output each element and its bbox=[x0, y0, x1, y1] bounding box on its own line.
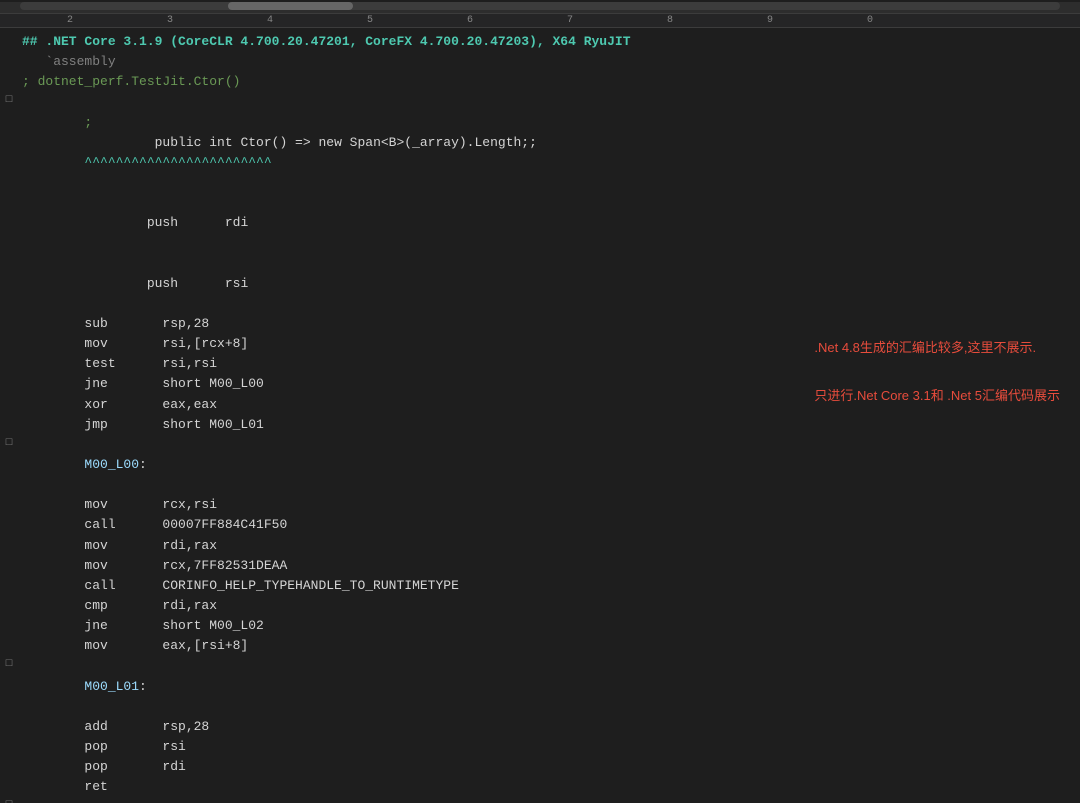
line-call-typehandle: call CORINFO_HELP_TYPEHANDLE_TO_RUNTIMET… bbox=[0, 576, 1080, 596]
header-31-text: ## .NET Core 3.1.9 (CoreCLR 4.700.20.472… bbox=[18, 32, 1080, 52]
ruler-mark: 8 bbox=[620, 15, 720, 26]
line-comment-ctor: ; dotnet_perf.TestJit.Ctor() bbox=[0, 72, 1080, 92]
ruler-mark: 7 bbox=[520, 15, 620, 26]
annotation-1: .Net 4.8生成的汇编比较多,这里不展示. bbox=[814, 338, 1060, 358]
line-header-31: ## .NET Core 3.1.9 (CoreCLR 4.700.20.472… bbox=[0, 32, 1080, 52]
ruler-mark: 0 bbox=[820, 15, 920, 26]
instr-pop-rsi: pop rsi bbox=[18, 737, 1080, 757]
annotation-block: .Net 4.8生成的汇编比较多,这里不展示. 只进行.Net Core 3.1… bbox=[814, 338, 1060, 406]
comment-ctor: ; dotnet_perf.TestJit.Ctor() bbox=[18, 72, 1080, 92]
instr-mov-rcx-addr: mov rcx,7FF82531DEAA bbox=[18, 556, 1080, 576]
gutter-collapse[interactable]: □ bbox=[0, 435, 18, 452]
ruler-mark: 5 bbox=[320, 15, 420, 26]
gutter-collapse[interactable]: □ bbox=[0, 92, 18, 109]
instr-call-1: call 00007FF884C41F50 bbox=[18, 515, 1080, 535]
instr-jmp-l01: jmp short M00_L01 bbox=[18, 415, 1080, 435]
instr-mov-eax-rsi8: mov eax,[rsi+8] bbox=[18, 636, 1080, 656]
line-jmp-l01: jmp short M00_L01 bbox=[0, 415, 1080, 435]
line-pop-rdi: pop rdi bbox=[0, 757, 1080, 777]
label-m00l01: M00_L01: bbox=[18, 656, 1080, 716]
instr-pop-rdi: pop rdi bbox=[18, 757, 1080, 777]
line-mov-rdi-rax: mov rdi,rax bbox=[0, 536, 1080, 556]
instr-mov-rdi-rax: mov rdi,rax bbox=[18, 536, 1080, 556]
line-pop-rsi: pop rsi bbox=[0, 737, 1080, 757]
scrollbar-thumb[interactable] bbox=[228, 2, 353, 10]
line-label-m00l01: □ M00_L01: bbox=[0, 656, 1080, 716]
label-m00l00: M00_L00: bbox=[18, 435, 1080, 495]
annotation-2: 只进行.Net Core 3.1和 .Net 5汇编代码展示 bbox=[814, 386, 1060, 406]
ruler-mark: 4 bbox=[220, 15, 320, 26]
line-label-m00l00: □ M00_L00: bbox=[0, 435, 1080, 495]
assembly-text: `assembly bbox=[18, 52, 1080, 72]
ruler-mark: 2 bbox=[20, 15, 120, 26]
line-assembly: `assembly bbox=[0, 52, 1080, 72]
instr-sub-rsp: sub rsp,28 bbox=[18, 314, 1080, 334]
line-add-rsp: add rsp,28 bbox=[0, 717, 1080, 737]
instr-ret-1: ret bbox=[18, 777, 1080, 797]
instr-mov-rcx-rsi: mov rcx,rsi bbox=[18, 495, 1080, 515]
ruler-mark: 3 bbox=[120, 15, 220, 26]
line-mov-eax-rsi8: mov eax,[rsi+8] bbox=[0, 636, 1080, 656]
instr-call-typehandle: call CORINFO_HELP_TYPEHANDLE_TO_RUNTIMET… bbox=[18, 576, 1080, 596]
ruler-mark: 9 bbox=[720, 15, 820, 26]
line-mov-rcx-rsi: mov rcx,rsi bbox=[0, 495, 1080, 515]
line-call-1: call 00007FF884C41F50 bbox=[0, 515, 1080, 535]
instr-cmp-rdi: cmp rdi,rax bbox=[18, 596, 1080, 616]
code-area: .Net 4.8生成的汇编比较多,这里不展示. 只进行.Net Core 3.1… bbox=[0, 28, 1080, 803]
instr-push-rdi: push rdi bbox=[18, 193, 1080, 253]
line-cmp-rdi-rax: cmp rdi,rax bbox=[0, 596, 1080, 616]
gutter-collapse[interactable]: □ bbox=[0, 797, 18, 803]
ctor-def-text: ; public int Ctor() => new Span<B>(_arra… bbox=[18, 92, 1080, 193]
instr-add-rsp: add rsp,28 bbox=[18, 717, 1080, 737]
ruler: 2 3 4 5 6 7 8 9 0 bbox=[0, 14, 1080, 28]
line-label-m00l02: □ M00_L02: bbox=[0, 797, 1080, 803]
instr-jne-l02: jne short M00_L02 bbox=[18, 616, 1080, 636]
label-m00l02: M00_L02: bbox=[18, 797, 1080, 803]
ruler-mark: 6 bbox=[420, 15, 520, 26]
line-ctor-def: □ ; public int Ctor() => new Span<B>(_ar… bbox=[0, 92, 1080, 193]
main-container: 2 3 4 5 6 7 8 9 0 .Net 4.8生成的汇编比较多,这里不展示… bbox=[0, 0, 1080, 803]
scrollbar-track bbox=[20, 2, 1060, 10]
horizontal-scrollbar[interactable] bbox=[0, 2, 1080, 14]
line-ret-1: ret bbox=[0, 777, 1080, 797]
instr-push-rsi: push rsi bbox=[18, 254, 1080, 314]
line-jne-l02: jne short M00_L02 bbox=[0, 616, 1080, 636]
line-mov-rcx-addr: mov rcx,7FF82531DEAA bbox=[0, 556, 1080, 576]
line-push-rdi: push rdi bbox=[0, 193, 1080, 253]
line-sub-rsp: sub rsp,28 bbox=[0, 314, 1080, 334]
line-push-rsi: push rsi bbox=[0, 254, 1080, 314]
gutter-collapse[interactable]: □ bbox=[0, 656, 18, 673]
